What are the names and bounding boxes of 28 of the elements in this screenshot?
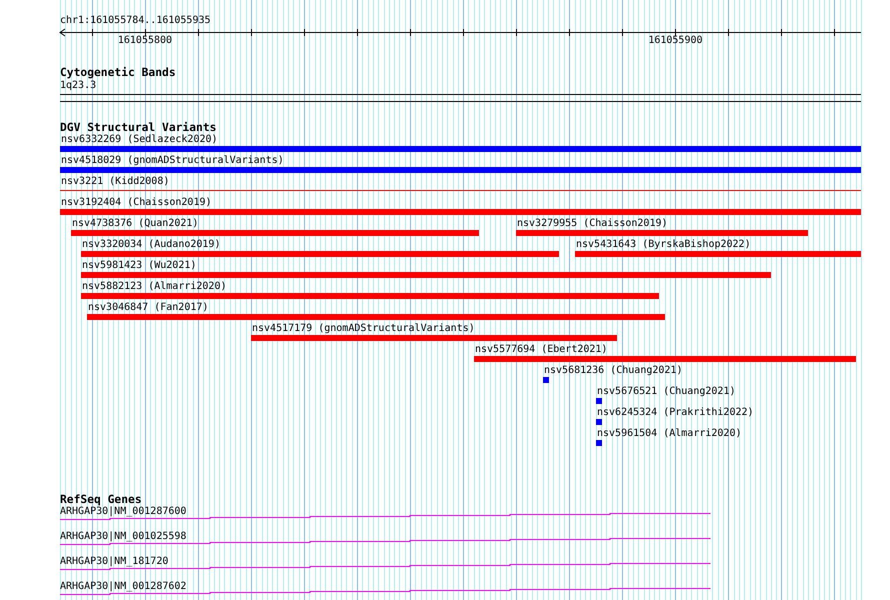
track-title: DGV Structural Variants [60,122,216,134]
gene-label: ARHGAP30|NM_181720 [60,556,168,567]
variant-label: nsv5431643 (ByrskaBishop2022) [576,239,751,250]
variant-label: nsv3221 (Kidd2008) [61,176,170,187]
variant-label: nsv3279955 (Chaisson2019) [517,218,668,229]
variant-label: nsv4518029 (gnomADStructuralVariants) [61,155,284,166]
variant-label: nsv5676521 (Chuang2021) [597,386,736,397]
track-title: RefSeq Genes [60,494,142,506]
variant-label: nsv6245324 (Prakrithi2022) [597,407,754,418]
variant-label: nsv5681236 (Chuang2021) [544,365,682,376]
track-title: Cytogenetic Bands [60,67,176,79]
gene-label: ARHGAP30|NM_001025598 [60,531,186,542]
gene-label: ARHGAP30|NM_001287600 [60,506,186,517]
ruler-title: chr1:161055784..161055935 [60,15,211,26]
variant-label: nsv5882123 (Almarri2020) [82,281,226,292]
variant-label: nsv4517179 (gnomADStructuralVariants) [252,323,475,334]
ruler-label: 161055900 [648,35,703,46]
variant-label: nsv5577694 (Ebert2021) [475,344,608,355]
variant-label: nsv3320034 (Audano2019) [82,239,220,250]
variant-label: nsv3192404 (Chaisson2019) [61,197,212,208]
variant-label: nsv5981423 (Wu2021) [82,260,196,271]
variant-label: nsv3046847 (Fan2017) [88,302,208,313]
band-label: 1q23.3 [60,80,96,91]
variant-label: nsv4738376 (Quan2021) [72,218,198,229]
variant-label: nsv6332269 (Sedlazeck2020) [61,134,218,145]
ruler-label: 161055800 [118,35,172,46]
gene-label: ARHGAP30|NM_001287602 [60,581,186,592]
variant-label: nsv5961504 (Almarri2020) [597,428,742,439]
